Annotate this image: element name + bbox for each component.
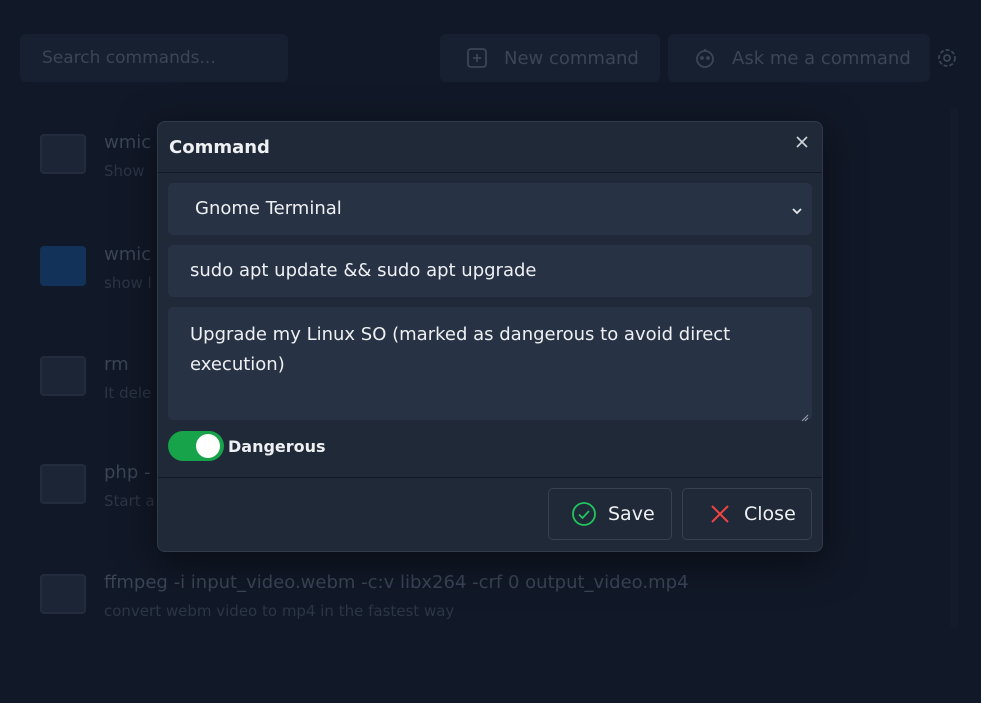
- terminal-icon: [40, 464, 86, 504]
- powershell-icon: [40, 246, 86, 286]
- command-input[interactable]: sudo apt update && sudo apt upgrade: [168, 245, 812, 297]
- modal-header: Command: [158, 122, 822, 173]
- close-button[interactable]: Close: [682, 488, 812, 540]
- new-command-button[interactable]: New command: [440, 34, 660, 82]
- list-item-description: convert webm video to mp4 in the fastest…: [104, 602, 455, 620]
- resize-grip-icon[interactable]: [799, 406, 809, 422]
- save-button[interactable]: Save: [548, 488, 672, 540]
- modal-footer: Save Close: [158, 477, 822, 551]
- check-circle-icon: [571, 501, 597, 527]
- gear-icon[interactable]: [935, 46, 959, 70]
- new-command-label: New command: [504, 47, 639, 69]
- list-item[interactable]: ffmpeg -i input_video.webm -c:v libx264 …: [0, 540, 940, 640]
- command-input-value: sudo apt update && sudo apt upgrade: [190, 260, 537, 281]
- terminal-icon: [40, 134, 86, 174]
- terminal-icon: [40, 574, 86, 614]
- list-item-description: It dele: [104, 384, 152, 402]
- close-label: Close: [744, 503, 796, 525]
- command-modal: Command Gnome Terminal sudo apt update &…: [157, 121, 823, 552]
- plus-square-icon: [464, 45, 490, 71]
- terminal-select[interactable]: Gnome Terminal: [168, 183, 812, 235]
- list-item-command: wmic: [104, 132, 152, 153]
- dangerous-label: Dangerous: [228, 437, 326, 456]
- ask-command-label: Ask me a command: [732, 47, 911, 69]
- list-item-command: ffmpeg -i input_video.webm -c:v libx264 …: [104, 572, 689, 593]
- modal-title: Command: [169, 137, 270, 158]
- close-icon: [795, 134, 809, 153]
- list-item-command: php -: [104, 462, 151, 483]
- list-item-description: Show: [104, 162, 145, 180]
- x-icon: [707, 501, 733, 527]
- modal-close-button[interactable]: [792, 133, 812, 153]
- search-input[interactable]: [20, 34, 288, 82]
- description-textarea[interactable]: Upgrade my Linux SO (marked as dangerous…: [168, 307, 812, 422]
- terminal-select-value: Gnome Terminal: [195, 198, 342, 219]
- ask-command-button[interactable]: Ask me a command: [668, 34, 930, 82]
- chevron-down-icon: [790, 202, 804, 216]
- list-item-description: Start a: [104, 492, 155, 510]
- list-item-description: show l: [104, 274, 152, 292]
- description-value: Upgrade my Linux SO (marked as dangerous…: [190, 324, 731, 375]
- dangerous-toggle[interactable]: [168, 431, 224, 461]
- terminal-icon: [40, 356, 86, 396]
- list-scrollbar[interactable]: [950, 108, 958, 628]
- toggle-knob: [196, 434, 220, 458]
- list-item-command: wmic: [104, 244, 152, 265]
- robot-icon: [692, 45, 718, 71]
- save-label: Save: [608, 503, 655, 525]
- top-bar: New command Ask me a command: [0, 0, 981, 100]
- list-item-command: rm: [104, 354, 129, 375]
